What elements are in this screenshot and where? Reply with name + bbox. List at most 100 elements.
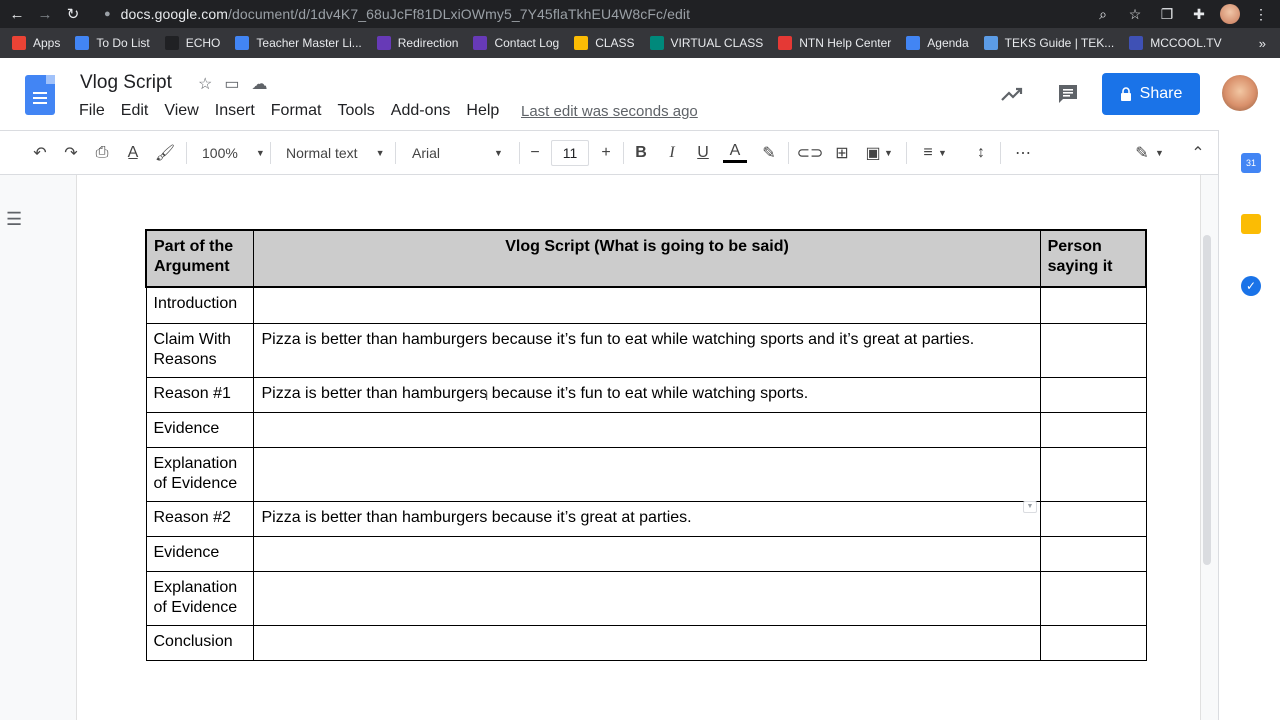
bookmark-item[interactable]: NTN Help Center [778, 36, 891, 50]
header-script[interactable]: Vlog Script (What is going to be said) [253, 229, 1041, 288]
zoom-icon[interactable]: ⌕ [1092, 3, 1114, 25]
font-select[interactable]: Arial ▼ [412, 141, 503, 165]
bookmark-item[interactable]: Teacher Master Li... [235, 36, 362, 50]
align-left-icon[interactable]: ≡ [916, 141, 940, 165]
table-cell-script[interactable]: Pizza is better than hamburgers because … [253, 376, 1041, 413]
insert-image-icon[interactable]: ▣ [861, 141, 885, 165]
align-dropdown[interactable]: ▼ [938, 141, 947, 165]
url-field[interactable]: docs.google.com/document/d/1dv4K7_68uJcF… [121, 6, 690, 22]
bookmark-item[interactable]: Redirection [376, 36, 458, 50]
paint-format-icon[interactable]: 🖌 [153, 141, 177, 165]
keep-icon[interactable] [1241, 214, 1261, 234]
bookmarks-overflow-icon[interactable]: » [1259, 36, 1266, 51]
table-cell-part[interactable]: Introduction [145, 286, 255, 324]
table-cell-script[interactable] [253, 411, 1041, 448]
table-cell-person[interactable] [1039, 376, 1147, 413]
vertical-scrollbar[interactable] [1203, 235, 1211, 565]
bold-icon[interactable]: B [629, 141, 653, 165]
move-folder-icon[interactable]: ▭ [224, 74, 239, 94]
forward-icon[interactable]: → [34, 3, 56, 25]
comment-icon[interactable] [1056, 82, 1080, 106]
underline-icon[interactable]: U [691, 141, 715, 165]
profile-avatar-small[interactable] [1220, 4, 1240, 24]
table-cell-person[interactable] [1039, 446, 1147, 502]
bookmark-item[interactable]: ECHO [164, 36, 220, 50]
browser-menu-icon[interactable]: ⋮ [1250, 3, 1272, 25]
link-icon[interactable]: ⊂⊃ [797, 141, 824, 165]
zoom-select[interactable]: 100% ▼ [202, 141, 265, 165]
table-cell-person[interactable] [1039, 322, 1147, 378]
collapse-menus-icon[interactable]: ⌃ [1186, 141, 1210, 165]
font-size-input[interactable]: 11 [551, 140, 589, 166]
table-cell-script[interactable] [253, 446, 1041, 502]
bookmark-item[interactable]: CLASS [574, 36, 635, 50]
table-cell-person[interactable] [1039, 286, 1147, 324]
menu-edit[interactable]: Edit [121, 102, 149, 120]
editing-mode-icon[interactable]: ✎ [1130, 141, 1154, 165]
bookmark-item[interactable]: Agenda [906, 36, 969, 50]
bookmark-item[interactable]: Apps [12, 36, 60, 50]
activity-trend-icon[interactable] [1000, 82, 1024, 106]
increase-font-size-icon[interactable]: + [594, 141, 618, 165]
style-select[interactable]: Normal text ▼ [286, 141, 385, 165]
document-title[interactable]: Vlog Script [80, 72, 172, 94]
table-cell-person[interactable] [1039, 624, 1147, 661]
last-edit-link[interactable]: Last edit was seconds ago [521, 103, 698, 120]
reload-icon[interactable]: ↻ [62, 3, 84, 25]
menu-view[interactable]: View [164, 102, 198, 120]
spellcheck-icon[interactable]: A̲ [121, 141, 145, 165]
table-cell-script[interactable] [253, 286, 1041, 324]
calendar-icon[interactable]: 31 [1241, 153, 1261, 173]
table-cell-part[interactable]: Explanation of Evidence [145, 446, 255, 502]
cell-options-dropdown-icon[interactable]: ▼ [1023, 501, 1037, 513]
table-cell-person[interactable] [1039, 570, 1147, 626]
table-cell-script[interactable]: Pizza is better than hamburgers because … [253, 322, 1041, 378]
document-outline-icon[interactable]: ☰ [6, 209, 26, 229]
more-options-icon[interactable]: ⋯ [1011, 141, 1035, 165]
menu-help[interactable]: Help [466, 102, 499, 120]
bookmark-item[interactable]: TEKS Guide | TEK... [983, 36, 1114, 50]
table-cell-part[interactable]: Conclusion [145, 624, 255, 661]
extension-icon[interactable]: ❐ [1156, 3, 1178, 25]
italic-icon[interactable]: I [660, 141, 684, 165]
table-cell-part[interactable]: Claim With Reasons [145, 322, 255, 378]
header-part[interactable]: Part of the Argument [145, 229, 255, 288]
menu-format[interactable]: Format [271, 102, 322, 120]
tasks-icon[interactable]: ✓ [1241, 276, 1261, 296]
bookmark-item[interactable]: VIRTUAL CLASS [649, 36, 763, 50]
menu-insert[interactable]: Insert [215, 102, 255, 120]
header-person[interactable]: Person saying it [1039, 229, 1147, 288]
bookmark-item[interactable]: MCCOOL.TV [1129, 36, 1222, 50]
add-comment-icon[interactable]: ⊞ [830, 141, 854, 165]
table-cell-script[interactable] [253, 570, 1041, 626]
table-cell-script[interactable] [253, 535, 1041, 572]
back-icon[interactable]: ← [6, 3, 28, 25]
print-icon[interactable]: ⎙ [90, 141, 114, 165]
editing-mode-dropdown[interactable]: ▼ [1155, 141, 1164, 165]
menu-file[interactable]: File [79, 102, 105, 120]
table-cell-person[interactable] [1039, 500, 1147, 537]
redo-icon[interactable]: ↷ [59, 141, 83, 165]
decrease-font-size-icon[interactable]: − [523, 141, 547, 165]
table-cell-part[interactable]: Evidence [145, 535, 255, 572]
bookmark-star-icon[interactable]: ☆ [1124, 3, 1146, 25]
menu-addons[interactable]: Add-ons [391, 102, 451, 120]
line-spacing-icon[interactable]: ↕ [969, 141, 993, 165]
table-cell-part[interactable]: Reason #1 [145, 376, 255, 413]
document-page[interactable]: Part of the Argument Vlog Script (What i… [77, 175, 1200, 720]
table-cell-part[interactable]: Evidence [145, 411, 255, 448]
user-avatar[interactable] [1222, 75, 1258, 111]
docs-logo-icon[interactable] [25, 75, 55, 115]
table-cell-person[interactable] [1039, 411, 1147, 448]
table-cell-person[interactable] [1039, 535, 1147, 572]
image-options-dropdown[interactable]: ▼ [884, 141, 893, 165]
text-color-icon[interactable]: A [723, 141, 747, 163]
puzzle-icon[interactable]: ✚ [1188, 3, 1210, 25]
highlight-icon[interactable]: ✎ [757, 141, 781, 165]
bookmark-item[interactable]: To Do List [75, 36, 150, 50]
star-icon[interactable]: ☆ [198, 74, 212, 94]
table-cell-script[interactable] [253, 624, 1041, 661]
share-button[interactable]: Share [1102, 73, 1200, 115]
table-cell-part[interactable]: Reason #2 [145, 500, 255, 537]
table-cell-script[interactable]: Pizza is better than hamburgers because … [253, 500, 1041, 537]
